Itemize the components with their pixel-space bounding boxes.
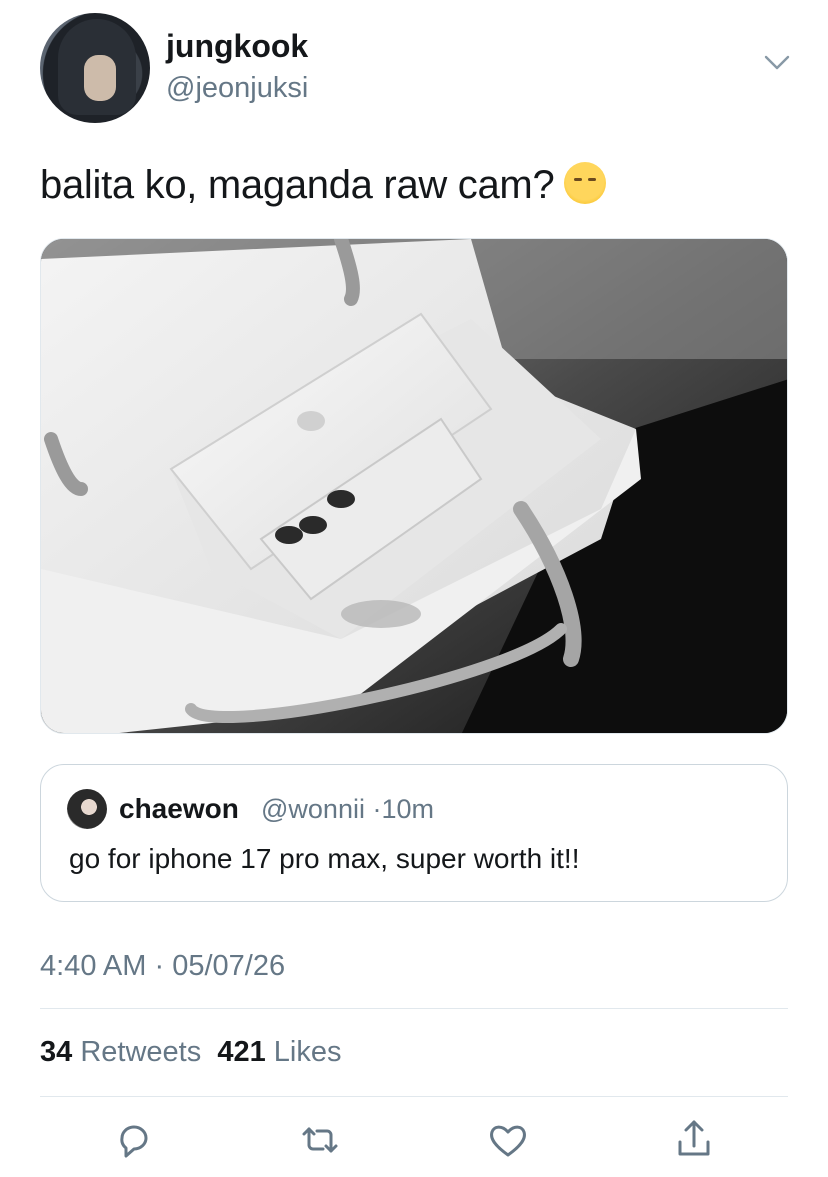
chevron-down-icon[interactable] [764, 54, 790, 72]
tweet-media-image[interactable] [40, 238, 788, 734]
quoted-tweet[interactable]: chaewon @wonnii ·10m go for iphone 17 pr… [40, 764, 788, 902]
author-avatar[interactable] [40, 13, 150, 123]
author-handle[interactable]: @jeonjuksi [166, 72, 308, 105]
tweet-stats: 34 Retweets 421 Likes [40, 1036, 342, 1069]
retweets-stat[interactable]: 34 Retweets [40, 1036, 201, 1068]
tweet-date: 05/07/26 [172, 950, 286, 982]
tweet-timestamp: 4:40 AM · 05/07/26 [40, 950, 285, 983]
media-photo [41, 239, 787, 733]
likes-label: Likes [273, 1036, 342, 1068]
reply-icon[interactable] [112, 1118, 156, 1162]
quoted-text: go for iphone 17 pro max, super worth it… [69, 843, 580, 874]
likes-count: 421 [217, 1036, 266, 1068]
retweets-count: 34 [40, 1036, 73, 1068]
tweet-text: balita ko, maganda raw cam? [40, 162, 607, 208]
like-icon[interactable] [486, 1118, 530, 1162]
face-exhaling-emoji-icon [564, 162, 607, 204]
share-icon[interactable] [672, 1118, 716, 1162]
divider [40, 1008, 788, 1009]
divider [40, 1096, 788, 1097]
quoted-avatar[interactable] [67, 789, 107, 829]
quoted-name[interactable]: chaewon [119, 793, 239, 825]
author-name[interactable]: jungkook [166, 28, 308, 65]
quoted-handle[interactable]: @wonnii [261, 794, 365, 824]
retweet-icon[interactable] [298, 1118, 342, 1162]
timestamp-separator: · [154, 950, 165, 982]
avatar-face [84, 55, 116, 101]
tweet-text-content: balita ko, maganda raw cam? [40, 163, 555, 207]
tweet-time: 4:40 AM [40, 950, 147, 982]
retweets-label: Retweets [80, 1036, 202, 1068]
quoted-time: 10m [381, 794, 434, 824]
likes-stat[interactable]: 421 Likes [217, 1036, 341, 1068]
quoted-meta: @wonnii ·10m [261, 794, 434, 825]
